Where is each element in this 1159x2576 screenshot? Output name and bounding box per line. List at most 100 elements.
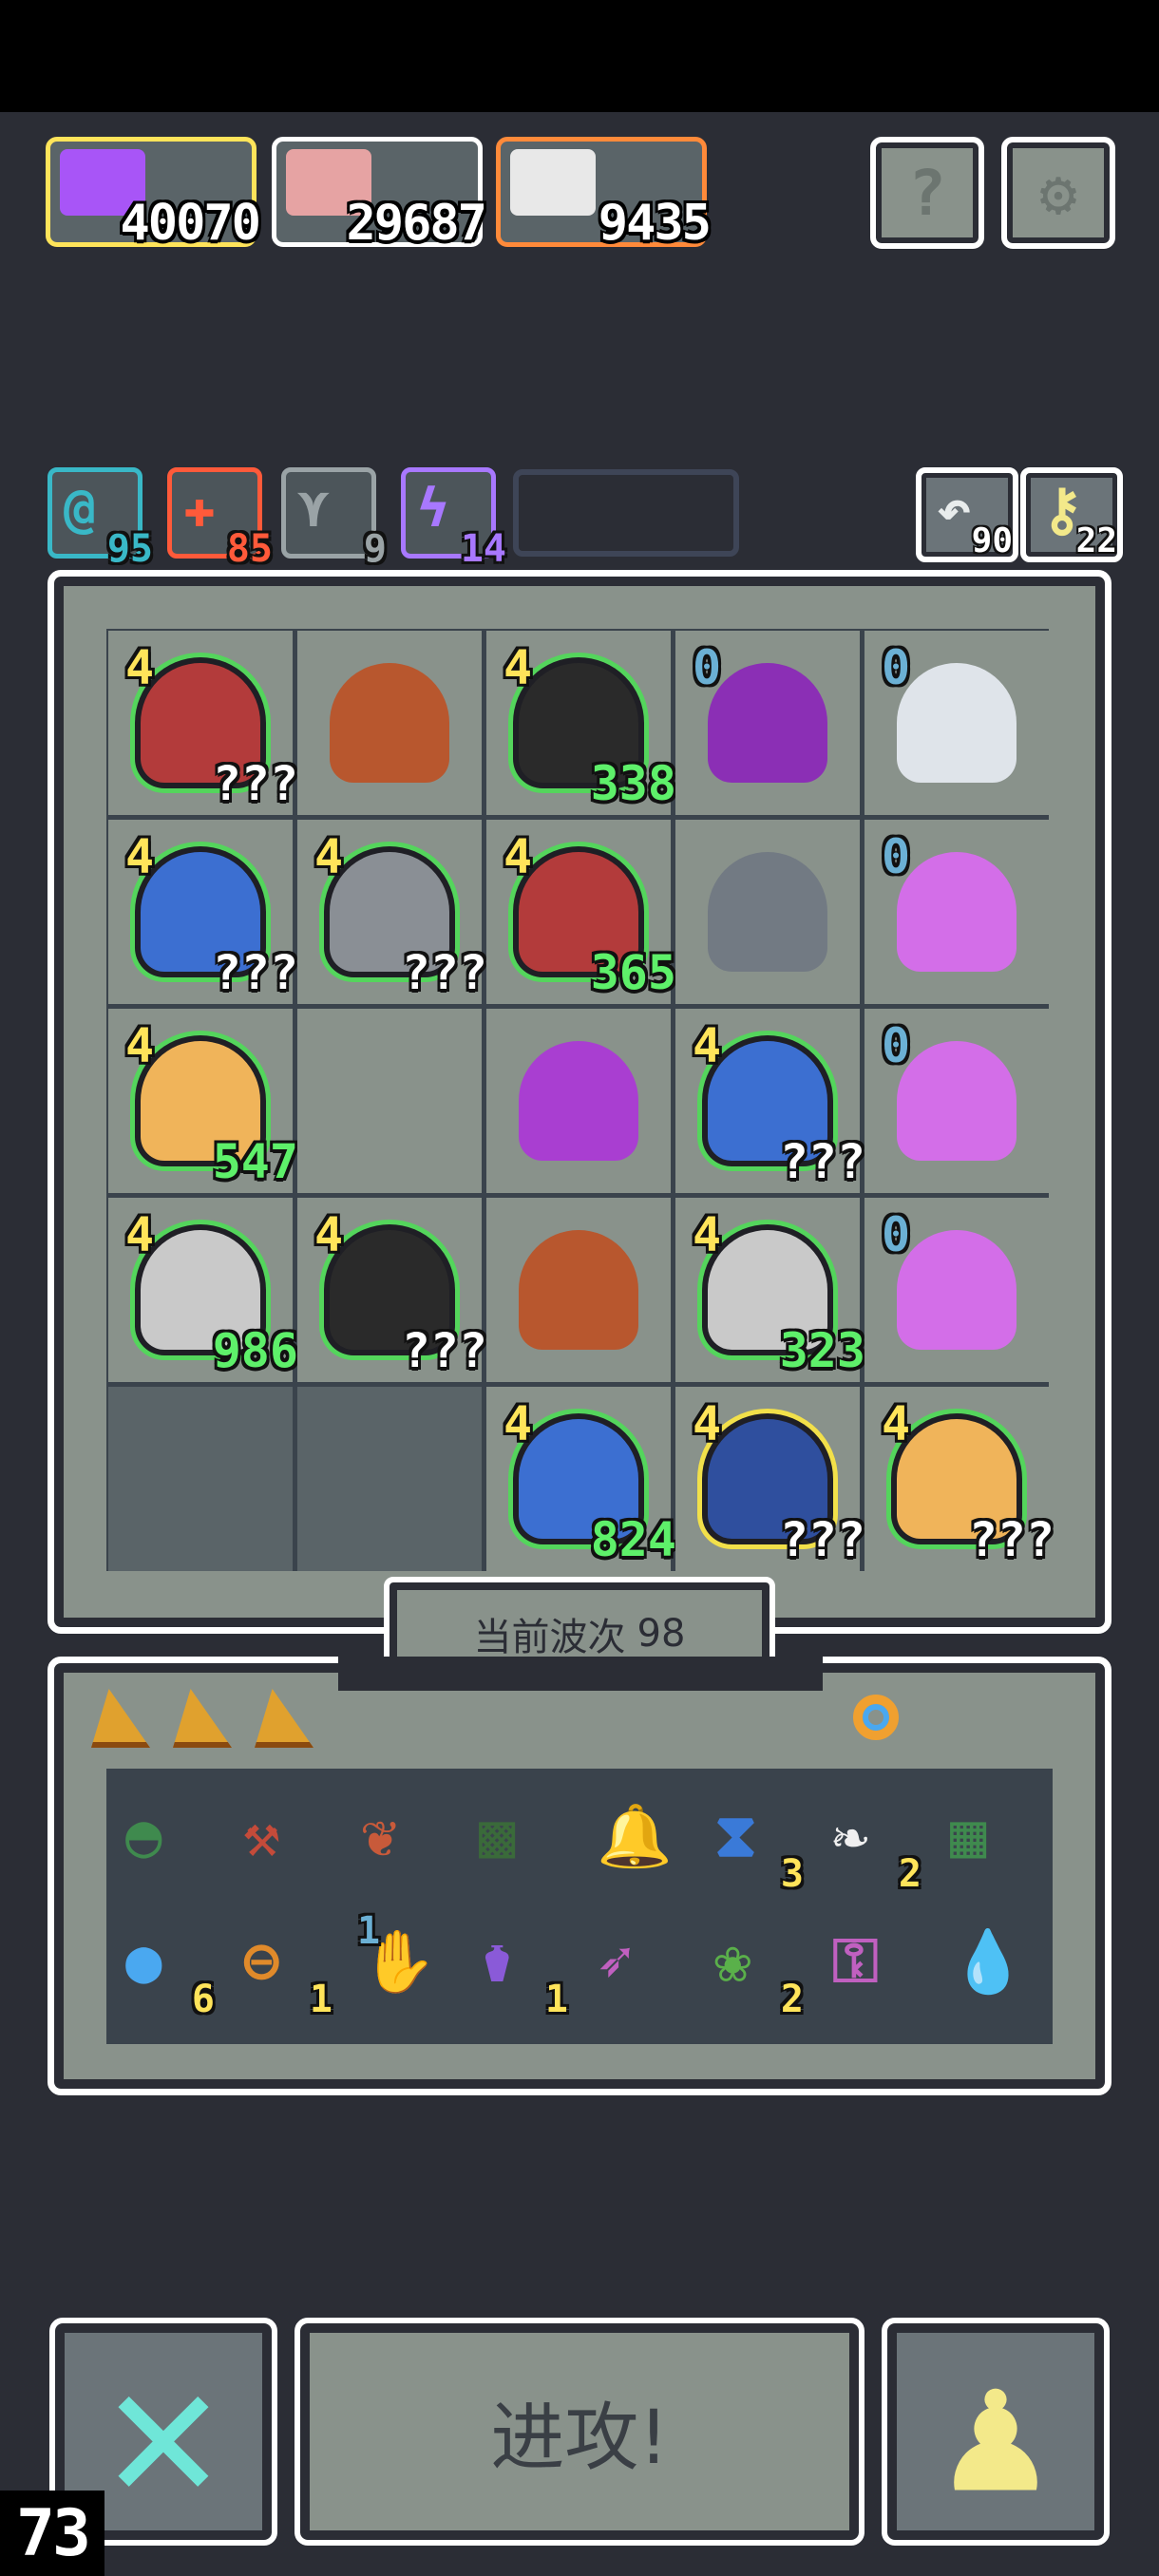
grid-cell[interactable] [108,1387,293,1571]
attack-button[interactable]: 进攻! [294,2318,864,2546]
at-sign-icon: @ [64,478,96,540]
arrow-icon: ➶ [597,1926,634,1997]
grid-cell[interactable]: 4 365 [486,820,676,1004]
unit-level: 4 [125,1207,155,1262]
grid-cell[interactable] [297,1387,482,1571]
green-root-icon: ❀ [714,1926,751,1997]
grid-cell[interactable]: 4??? [675,1387,865,1571]
pawn-button[interactable]: ♟ [882,2318,1110,2546]
inventory-item[interactable]: ● 6 [116,1921,215,2021]
grid-cell[interactable]: 4??? [297,1198,487,1382]
shard-icon [91,1689,150,1748]
buff-badge[interactable]: ⋎ 9 [281,467,387,571]
buff-value: 9 [363,527,387,571]
compass-icon: ⊖ [243,1926,280,1997]
red-leaf-icon: ❦ [361,1801,398,1871]
unit-power: 338 [590,756,676,811]
inventory-item[interactable]: ▩ [469,1795,568,1890]
shard-slot[interactable] [169,1685,236,1752]
grid-cell[interactable]: 0 [864,1198,1049,1382]
hammer-icon: ⚒ [243,1801,280,1871]
grid-cell[interactable]: 4 547 [108,1009,298,1193]
grid-cell[interactable]: 4 323 [675,1198,865,1382]
grid-cell[interactable] [486,1198,671,1382]
inventory-item[interactable]: ➶ [587,1921,686,2016]
grid-cell[interactable]: 4??? [108,631,298,815]
grid-cell[interactable]: 0 [864,820,1049,1004]
unit-power: 824 [590,1512,676,1567]
grid-cell[interactable]: 4 338 [486,631,676,815]
wave-label: 当前波次 [473,1616,626,1659]
unit-power: 986 [212,1323,298,1378]
resource-counter: 40070 [46,137,261,252]
grid-cell[interactable]: 4??? [108,820,298,1004]
item-count: 6 [191,1978,215,2021]
buff-badge[interactable]: ϟ 14 [401,467,506,571]
shard-slot[interactable] [87,1685,154,1752]
unit-power: ??? [968,1512,1054,1567]
buff-badge[interactable]: @95 [48,467,153,571]
unit-power: ??? [212,756,298,811]
hourglass-icon: ⧗ [714,1801,757,1871]
unit-purple-demon [897,1041,1016,1161]
inventory-item[interactable]: 💧 [940,1921,1039,2016]
unit-purple-dragon [708,663,827,783]
pawn-icon: ♟ [943,2332,1048,2531]
inventory-item[interactable]: 🔔 [587,1795,686,1890]
grid-cell[interactable] [675,820,860,1004]
question-icon: ? [908,156,946,230]
grid-cell[interactable]: 0 [864,1009,1049,1193]
grid-cell[interactable]: 4 824 [486,1387,676,1571]
inventory-item[interactable]: ⚱ 1 [469,1921,568,2021]
inventory-item[interactable]: ❦ [352,1795,450,1890]
item-count: 3 [780,1852,804,1896]
unit-leaf-bush [519,1230,638,1350]
inventory-item[interactable]: ✋ 1 [352,1909,450,2016]
resource-counter: 9435 [496,137,712,252]
grid-cell[interactable]: 0 [864,631,1049,815]
attack-label: 进攻! [490,2396,669,2481]
grid-cell[interactable]: 4??? [864,1387,1054,1571]
grid-cell[interactable]: 4??? [297,820,487,1004]
inventory-item[interactable]: ⊖ 1 [234,1921,332,2021]
inventory-item[interactable]: ▦ [940,1795,1039,1890]
grid-cell[interactable] [486,1009,671,1193]
counter-button[interactable]: ⚷ 22 [1020,467,1123,562]
unit-purple-demon [519,1041,638,1161]
unit-power: ??? [401,1323,487,1378]
grid-cell[interactable] [297,631,482,815]
shard-slot[interactable] [251,1685,317,1752]
green-map-icon: ▦ [950,1801,987,1871]
unit-power: ??? [779,1512,865,1567]
unit-level: 4 [504,640,533,695]
inventory-item[interactable]: ❧ 2 [823,1795,922,1896]
grid-cell[interactable]: 4 986 [108,1198,298,1382]
plus-icon: ✚ [183,478,216,540]
settings-button[interactable]: ⚙ [1001,137,1115,249]
grid-cell[interactable] [297,1009,482,1193]
inventory-item[interactable]: ⚒ [234,1795,332,1890]
help-button[interactable]: ? [870,137,984,249]
inventory-item[interactable]: ◓ [116,1795,215,1890]
unit-power: 547 [212,1134,298,1189]
inventory-item[interactable]: ❀ 2 [705,1921,804,2021]
unit-grid: 4??? 4 338 0 0 4??? 4??? 4 365 0 4 547 4??? 0 4 986 4???… [106,629,1054,1571]
inventory-item[interactable]: ⧗ 3 [705,1795,804,1896]
counter-button[interactable]: ↶ 90 [916,467,1018,562]
ring-slot[interactable] [844,1685,920,1761]
unit-purple-demon [897,852,1016,972]
undo-icon: ↶ [937,477,972,543]
buff-badge[interactable]: ✚ 85 [167,467,273,571]
grid-cell[interactable]: 0 [675,631,860,815]
unit-level: 0 [882,829,911,884]
blue-orb-icon: ● [125,1926,162,1997]
item-count: 1 [309,1978,332,2021]
unit-level: 4 [314,829,344,884]
inventory-item[interactable]: ⚿ [823,1921,922,2016]
unit-level: 4 [693,1018,722,1073]
grid-cell[interactable]: 4??? [675,1009,865,1193]
item-count: 1 [544,1978,568,2021]
potion-jar-icon: ⚱ [479,1926,516,1997]
unit-level: 0 [693,640,722,695]
unit-level: 4 [125,1018,155,1073]
